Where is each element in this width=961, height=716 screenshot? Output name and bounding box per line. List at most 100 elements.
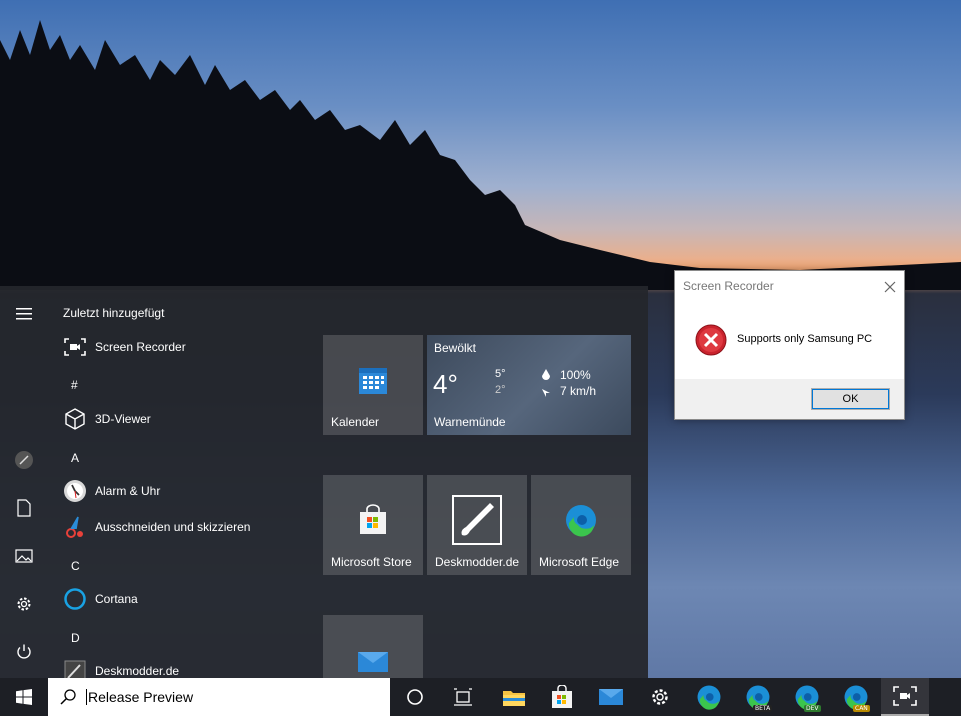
app-label: 3D-Viewer: [95, 412, 151, 426]
calendar-icon: [359, 368, 387, 394]
tile-label: Microsoft Store: [331, 555, 412, 569]
weather-high: 5°: [495, 368, 506, 380]
weather-location: Warnemünde: [434, 415, 506, 429]
app-item-deskmodder[interactable]: Deskmodder.de: [63, 655, 179, 678]
app-label: Screen Recorder: [95, 340, 186, 354]
app-item-cortana[interactable]: Cortana: [63, 583, 138, 615]
weather-condition: Bewölkt: [434, 341, 477, 355]
dialog-title: Screen Recorder: [683, 279, 774, 293]
clock-icon: [63, 479, 87, 503]
cortana-icon: [63, 587, 87, 611]
close-icon: [884, 281, 896, 293]
documents-button[interactable]: [0, 488, 48, 528]
app-item-alarm[interactable]: Alarm & Uhr: [63, 475, 160, 507]
scissors-icon: [63, 515, 87, 539]
taskbar-store-button[interactable]: [538, 678, 586, 716]
user-avatar-button[interactable]: [0, 440, 48, 480]
store-icon: [360, 504, 386, 534]
gear-icon: [652, 689, 668, 705]
letter-header-d[interactable]: D: [71, 631, 80, 645]
tile-label: Kalender: [331, 415, 380, 429]
mail-icon: [599, 689, 623, 705]
taskbar-mail-button[interactable]: [587, 678, 635, 716]
cube-icon: [63, 407, 87, 431]
app-item-snip[interactable]: Ausschneiden und skizzieren: [63, 511, 250, 543]
tile-label: Deskmodder.de: [435, 555, 520, 569]
ok-button[interactable]: OK: [811, 388, 890, 410]
brush-icon: [452, 495, 502, 545]
app-label: Deskmodder.de: [95, 664, 180, 678]
cortana-circle-icon: [407, 689, 423, 705]
letter-header-hash[interactable]: #: [71, 378, 78, 392]
pictures-icon: [15, 549, 33, 563]
power-icon: [17, 644, 31, 659]
taskbar-settings-button[interactable]: [636, 678, 684, 716]
taskbar-edge-beta-button[interactable]: BETA: [734, 678, 782, 716]
tile-microsoft-store[interactable]: Microsoft Store: [323, 475, 423, 575]
can-badge: CAN: [853, 705, 870, 712]
task-view-button[interactable]: [439, 678, 487, 716]
app-item-screen-recorder[interactable]: Screen Recorder: [63, 331, 186, 363]
tile-mail[interactable]: [323, 615, 423, 678]
tile-label: Microsoft Edge: [539, 555, 620, 569]
taskbar-edge-dev-button[interactable]: DEV: [783, 678, 831, 716]
search-box[interactable]: Release Preview: [48, 678, 390, 716]
dialog-body: Supports only Samsung PC: [675, 303, 904, 379]
screen-recorder-icon: [893, 686, 917, 706]
mail-icon: [358, 652, 388, 672]
weather-wind: 7 km/h: [560, 384, 597, 398]
edge-icon: [566, 505, 596, 537]
humidity-icon: [542, 369, 550, 380]
windows-logo-icon: [16, 689, 32, 705]
taskbar-screen-recorder-button[interactable]: [881, 678, 929, 716]
wind-icon: [542, 389, 550, 397]
search-input[interactable]: Release Preview: [86, 689, 193, 705]
settings-button[interactable]: [0, 584, 48, 624]
start-button[interactable]: [0, 678, 48, 716]
pictures-button[interactable]: [0, 536, 48, 576]
task-view-icon: [454, 688, 472, 706]
tile-deskmodder[interactable]: Deskmodder.de: [427, 475, 527, 575]
power-button[interactable]: [0, 632, 48, 672]
start-rail: [0, 286, 48, 678]
avatar-icon: [15, 451, 33, 469]
file-explorer-button[interactable]: [490, 678, 538, 716]
dev-badge: DEV: [804, 705, 821, 712]
dialog-message: Supports only Samsung PC: [737, 333, 873, 345]
app-label: Alarm & Uhr: [95, 484, 161, 498]
taskbar: Release Preview BETA DEV CAN: [0, 678, 961, 716]
search-icon: [60, 689, 76, 705]
hamburger-icon: [16, 308, 32, 320]
taskbar-edge-canary-button[interactable]: CAN: [832, 678, 880, 716]
taskbar-edge-button[interactable]: [685, 678, 733, 716]
dialog-footer: OK: [675, 379, 904, 419]
letter-header-a[interactable]: A: [71, 451, 79, 465]
tile-kalender[interactable]: Kalender: [323, 335, 423, 435]
recently-added-header: Zuletzt hinzugefügt: [63, 306, 165, 320]
start-menu: Zuletzt hinzugefügt Screen Recorder # 3D…: [0, 286, 648, 678]
weather-humidity: 100%: [560, 368, 591, 382]
edge-icon: [697, 685, 721, 710]
treeline-silhouette: [0, 20, 961, 290]
document-icon: [17, 499, 31, 517]
brush-icon: [63, 659, 87, 678]
hamburger-menu-button[interactable]: [0, 294, 48, 334]
cortana-button[interactable]: [391, 678, 439, 716]
tile-microsoft-edge[interactable]: Microsoft Edge: [531, 475, 631, 575]
folder-icon: [503, 691, 525, 706]
weather-low: 2°: [495, 384, 506, 396]
error-icon: [695, 324, 727, 356]
beta-badge: BETA: [753, 705, 773, 712]
weather-temp: 4°: [433, 369, 458, 399]
app-item-3d-viewer[interactable]: 3D-Viewer: [63, 403, 151, 435]
gear-icon: [17, 597, 31, 611]
letter-header-c[interactable]: C: [71, 559, 80, 573]
dialog-close-button[interactable]: [884, 276, 896, 298]
store-icon: [552, 685, 572, 708]
tile-weather[interactable]: Bewölkt 4° 5° 2° 100% 7 km/h Warnemünde: [427, 335, 631, 435]
screen-recorder-icon: [63, 335, 87, 359]
app-list: Zuletzt hinzugefügt Screen Recorder # 3D…: [48, 286, 310, 678]
app-label: Cortana: [95, 592, 138, 606]
app-label: Ausschneiden und skizzieren: [95, 520, 251, 534]
error-dialog: Screen Recorder Supports only Samsung PC…: [674, 270, 905, 420]
